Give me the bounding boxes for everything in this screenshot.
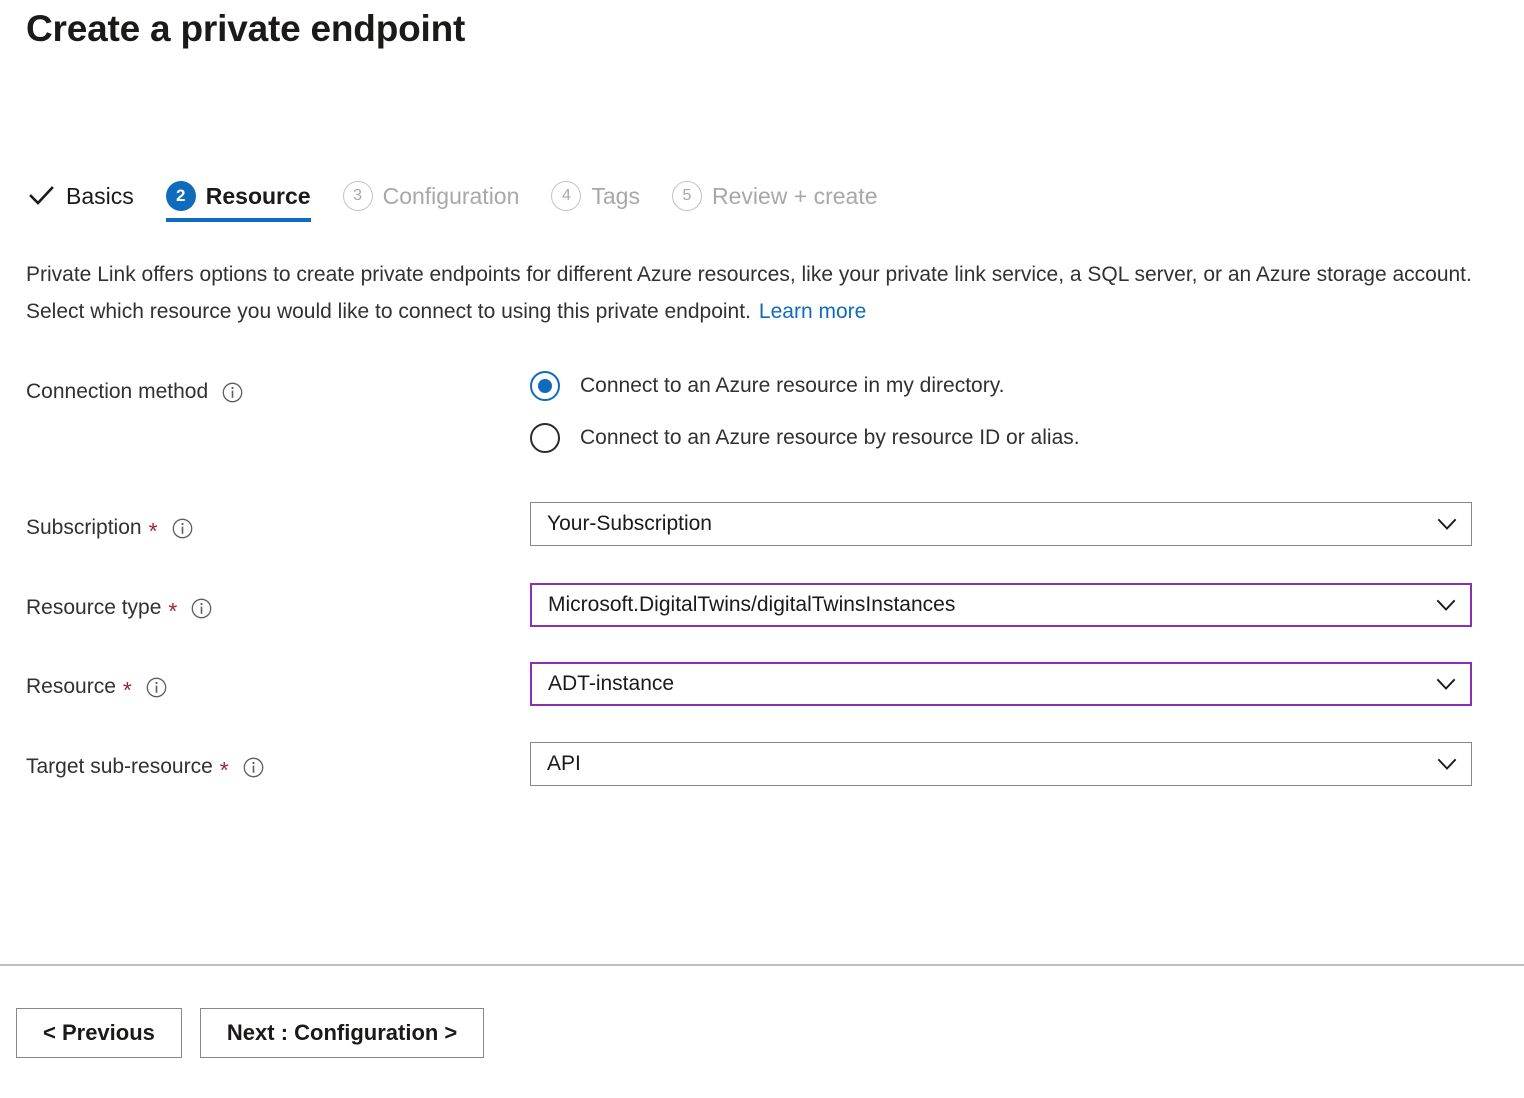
resource-label: Resource * <box>26 675 167 703</box>
subscription-label: Subscription * <box>26 516 193 544</box>
description-text: Private Link offers options to create pr… <box>26 256 1486 330</box>
step-number-badge: 4 <box>551 181 582 211</box>
label-text: Connection method <box>26 380 209 403</box>
label-text: Target sub-resource <box>26 755 213 778</box>
footer-actions: < Previous Next : Configuration > <box>16 1008 485 1058</box>
next-configuration-button[interactable]: Next : Configuration > <box>199 1008 485 1058</box>
radio-connect-by-resource-id[interactable]: Connect to an Azure resource by resource… <box>530 418 1080 458</box>
info-icon[interactable] <box>243 757 264 778</box>
step-number-badge: 5 <box>671 181 702 211</box>
chevron-down-icon <box>1428 587 1464 623</box>
required-asterisk: * <box>148 517 158 544</box>
resource-type-dropdown[interactable]: Microsoft.DigitalTwins/digitalTwinsInsta… <box>530 583 1472 627</box>
info-icon[interactable] <box>172 518 193 539</box>
subscription-dropdown[interactable]: Your-Subscription <box>530 502 1472 546</box>
step-number-badge: 3 <box>342 181 373 211</box>
tab-resource[interactable]: 2 Resource <box>165 176 311 222</box>
resource-value: ADT-instance <box>548 672 675 695</box>
info-icon[interactable] <box>222 382 243 403</box>
learn-more-link[interactable]: Learn more <box>759 300 866 323</box>
target-sub-resource-value: API <box>547 752 581 775</box>
connection-method-label: Connection method <box>26 380 243 404</box>
resource-type-value: Microsoft.DigitalTwins/digitalTwinsInsta… <box>548 593 956 616</box>
radio-label: Connect to an Azure resource by resource… <box>580 426 1080 449</box>
tab-review-create[interactable]: 5 Review + create <box>671 176 878 216</box>
target-sub-resource-dropdown[interactable]: API <box>530 742 1472 786</box>
previous-button[interactable]: < Previous <box>16 1008 182 1058</box>
resource-dropdown[interactable]: ADT-instance <box>530 662 1472 706</box>
radio-label: Connect to an Azure resource in my direc… <box>580 374 1005 397</box>
tab-basics[interactable]: Basics <box>26 176 134 216</box>
checkmark-icon <box>26 181 56 211</box>
connection-method-radio-group: Connect to an Azure resource in my direc… <box>530 366 1080 470</box>
info-icon[interactable] <box>191 598 212 619</box>
label-text: Subscription <box>26 516 142 539</box>
description-body: Private Link offers options to create pr… <box>26 263 1472 323</box>
tab-configuration[interactable]: 3 Configuration <box>342 176 520 216</box>
required-asterisk: * <box>122 676 132 703</box>
label-text: Resource type <box>26 596 162 619</box>
tab-label: Basics <box>66 182 134 209</box>
chevron-down-icon <box>1428 666 1464 702</box>
footer-divider <box>0 964 1524 966</box>
required-asterisk: * <box>219 756 229 783</box>
chevron-down-icon <box>1429 746 1465 782</box>
radio-connect-in-directory[interactable]: Connect to an Azure resource in my direc… <box>530 366 1080 406</box>
active-tab-underline <box>165 218 311 222</box>
tab-label: Tags <box>591 182 640 209</box>
tab-tags[interactable]: 4 Tags <box>551 176 640 216</box>
radio-unselected-icon <box>530 423 560 453</box>
step-number-badge: 2 <box>165 181 196 211</box>
tab-label: Resource <box>205 182 311 209</box>
label-text: Resource <box>26 675 116 698</box>
target-sub-resource-label: Target sub-resource * <box>26 755 264 783</box>
resource-type-label: Resource type * <box>26 596 212 624</box>
info-icon[interactable] <box>146 677 167 698</box>
page-title: Create a private endpoint <box>26 8 466 49</box>
chevron-down-icon <box>1429 506 1465 542</box>
tab-label: Configuration <box>382 182 520 209</box>
subscription-value: Your-Subscription <box>547 512 712 535</box>
wizard-tab-strip: Basics 2 Resource 3 Configuration 4 Tags… <box>26 176 910 228</box>
tab-label: Review + create <box>711 182 878 209</box>
radio-selected-icon <box>530 371 560 401</box>
required-asterisk: * <box>168 597 178 624</box>
